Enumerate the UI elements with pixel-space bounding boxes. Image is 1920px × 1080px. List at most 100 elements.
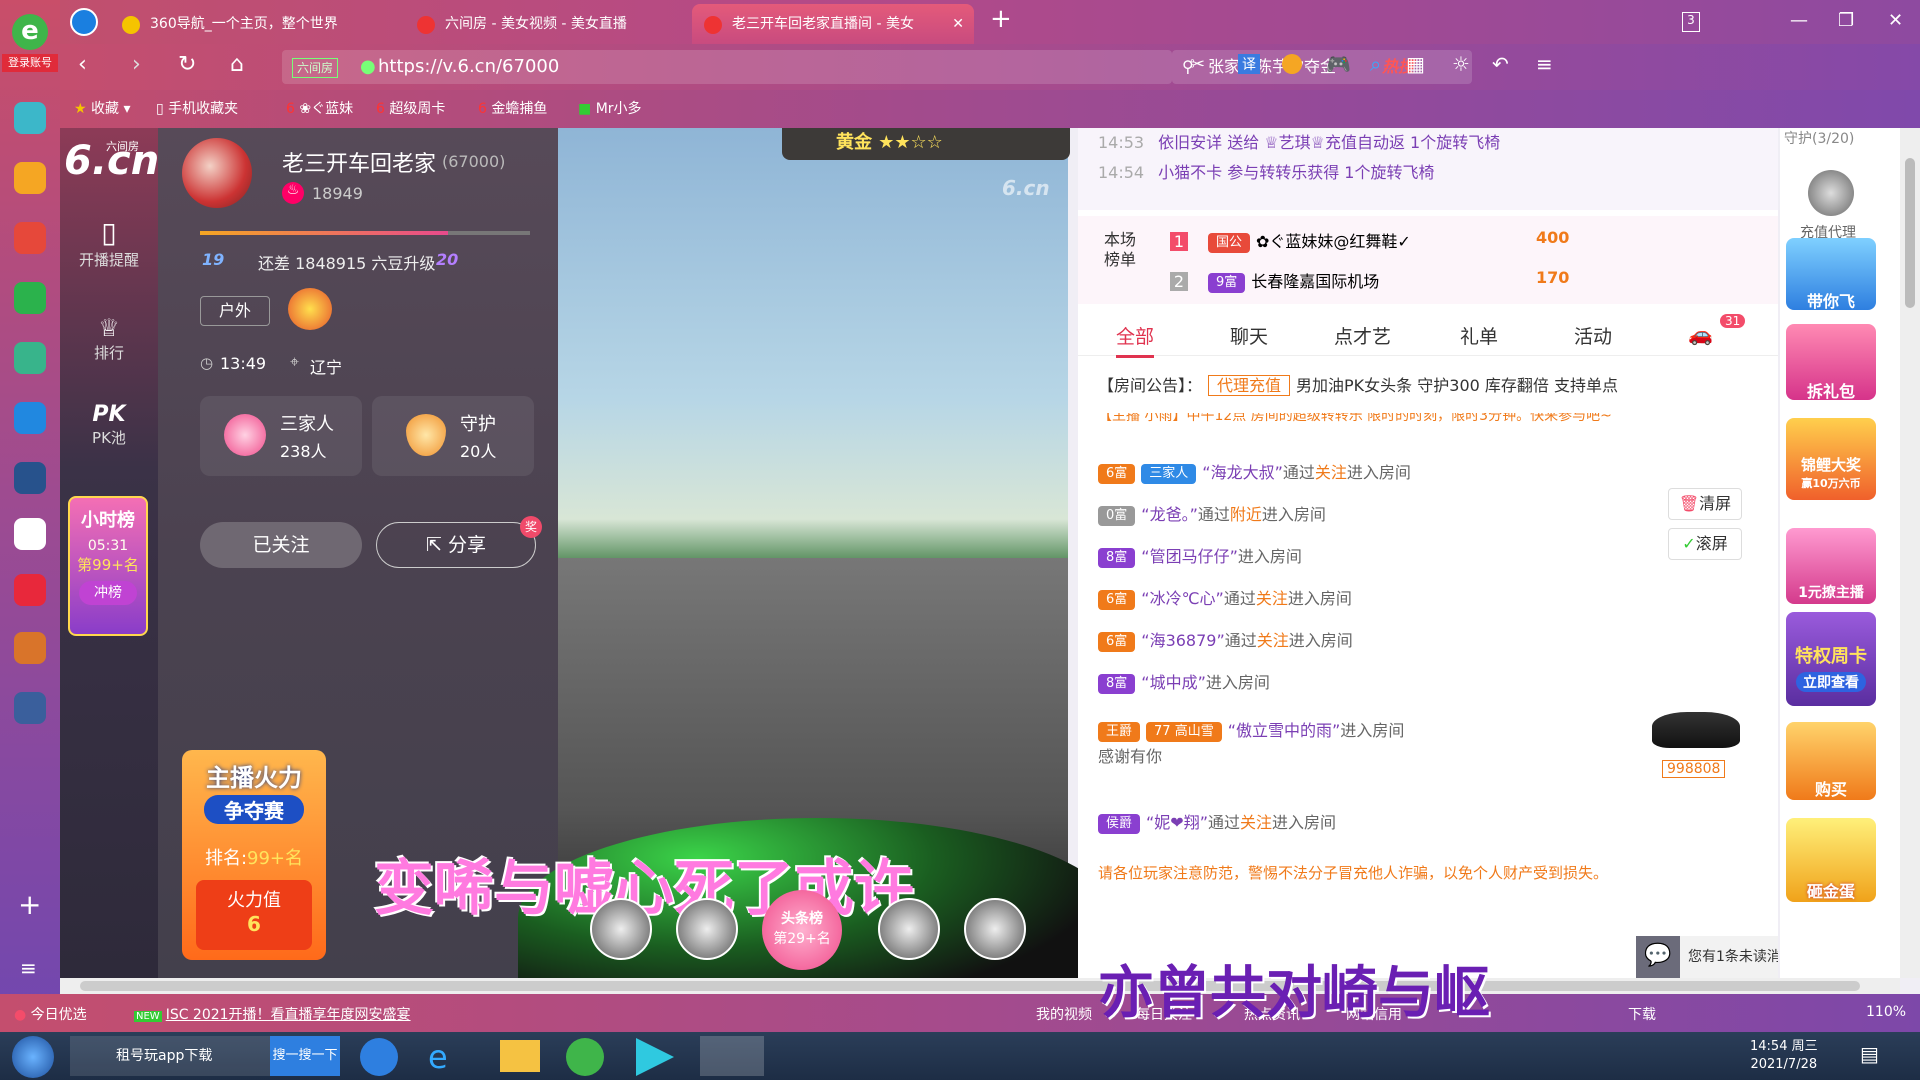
gamepad-icon[interactable]: 🎮: [1326, 52, 1351, 76]
add-icon[interactable]: +: [18, 888, 41, 921]
user-name[interactable]: “海36879”: [1141, 631, 1224, 650]
fly-with-you-banner[interactable]: 带你飞: [1786, 238, 1876, 311]
bookmark-favorites[interactable]: ★ 收藏 ▾: [74, 90, 131, 128]
menu-icon[interactable]: ≡: [20, 956, 37, 980]
today-picks[interactable]: ● 今日优选: [14, 1004, 87, 1024]
more-menu-icon[interactable]: ≡: [1536, 52, 1553, 76]
taskbar-player-icon[interactable]: [636, 1038, 674, 1076]
week-button[interactable]: 立即查看: [1796, 672, 1866, 692]
guard-avatar[interactable]: [590, 898, 652, 960]
tab-activity[interactable]: 活动: [1574, 322, 1612, 349]
tab-talent[interactable]: 点才艺: [1334, 322, 1391, 349]
new-tab-button[interactable]: +: [990, 4, 1012, 34]
user-name[interactable]: “龙爸。”: [1141, 505, 1198, 524]
magnifier-icon[interactable]: ⌕: [1370, 52, 1381, 76]
taskbar-app-rent[interactable]: 租号玩app下载 搜一搜一下: [70, 1036, 340, 1076]
bookmark-lanmei[interactable]: 6 ❀ぐ蓝妹: [286, 90, 353, 128]
horizontal-scrollbar[interactable]: [60, 978, 1900, 994]
grid-icon[interactable]: ▦: [1406, 52, 1425, 76]
hour-rank-card[interactable]: 小时榜 05:31 第99+名 冲榜: [68, 496, 148, 636]
nav-live-reminder[interactable]: ▯ 开播提醒: [60, 216, 158, 270]
unread-message-notice[interactable]: 您有1条未读消息: [1680, 936, 1778, 978]
start-button-icon[interactable]: [12, 1036, 54, 1078]
taskbar-ie-icon[interactable]: e: [428, 1038, 466, 1076]
puzzle-icon[interactable]: [14, 102, 46, 134]
tab-6cn[interactable]: 六间房 - 美女视频 - 美女直播: [405, 4, 690, 44]
user-name[interactable]: “傲立雪中的雨”: [1228, 721, 1341, 740]
tray-clock[interactable]: 14:54 周三 2021/7/28: [1750, 1038, 1818, 1074]
vertical-scrollbar[interactable]: [1900, 128, 1920, 978]
taskbar-k-icon[interactable]: [360, 1038, 398, 1076]
guard-avatar[interactable]: [676, 898, 738, 960]
user-name[interactable]: “冰冷℃心”: [1141, 589, 1224, 608]
forward-icon[interactable]: ›: [132, 52, 141, 77]
board-row[interactable]: 1 国公 ✿ぐ蓝妹妹@红舞鞋✓ 400: [1170, 228, 1569, 253]
taskbar-qq-icon[interactable]: [700, 1036, 764, 1076]
tab-chat[interactable]: 聊天: [1230, 322, 1268, 349]
guard-avatar[interactable]: [1808, 170, 1854, 216]
status-my-videos[interactable]: 我的视频: [1036, 1004, 1092, 1024]
user-name[interactable]: “妮❤翔”: [1146, 813, 1208, 832]
tab-gift-list[interactable]: 礼单: [1460, 322, 1498, 349]
bookmark-mobile[interactable]: ▯ 手机收藏夹: [156, 90, 238, 128]
window-close-icon[interactable]: ✕: [1888, 10, 1903, 31]
weibo-icon[interactable]: [14, 222, 46, 254]
live-video-player[interactable]: 黄金 ★★☆☆ 6.cn 变唏与嘘心死了或许 头条榜 第29+名: [374, 128, 1118, 1018]
fire-contest-card[interactable]: 主播火力 争夺赛 排名:99+名 火力值 6: [182, 750, 326, 960]
browser-e-logo-icon[interactable]: e: [12, 14, 48, 50]
window-restore-icon[interactable]: ❐: [1838, 10, 1854, 31]
coin-icon[interactable]: [1282, 54, 1302, 74]
scissors-icon[interactable]: ✂: [1190, 54, 1205, 75]
login-button[interactable]: 登录账号: [2, 54, 58, 72]
taskbar-folder-icon[interactable]: [500, 1040, 540, 1072]
notification-icon[interactable]: ▤: [1860, 1042, 1879, 1066]
cloud-icon[interactable]: [14, 342, 46, 374]
status-download[interactable]: 下载: [1628, 1004, 1656, 1024]
game-icon[interactable]: [14, 462, 46, 494]
back-icon[interactable]: ‹: [78, 52, 87, 77]
user-name[interactable]: “城中成”: [1141, 673, 1206, 692]
user-name[interactable]: “海龙大叔”: [1202, 463, 1283, 482]
tab-live-room[interactable]: 老三开车回老家直播间 - 美女 ✕: [692, 4, 974, 44]
bookmark-weekcard[interactable]: 6 超级周卡: [376, 90, 445, 128]
url-input[interactable]: 六间房 ● https://v.6.cn/67000: [282, 50, 1172, 84]
pdf-icon[interactable]: [14, 402, 46, 434]
user-name[interactable]: “管团马仔仔”: [1141, 547, 1238, 566]
brightness-icon[interactable]: ☼: [1452, 52, 1470, 76]
host-flirt-banner[interactable]: 1元撩主播: [1786, 528, 1876, 604]
clear-screen-button[interactable]: 🗑清屏: [1668, 488, 1742, 520]
bookmark-fishing[interactable]: 6 金蟾捕鱼: [478, 90, 547, 128]
window-minimize-icon[interactable]: —: [1790, 10, 1808, 31]
close-tab-icon[interactable]: ✕: [952, 4, 964, 44]
family-card[interactable]: 三家人 238人: [200, 396, 362, 476]
taskbar-360-icon[interactable]: [566, 1038, 604, 1076]
nav-ranking[interactable]: ♕ 排行: [60, 314, 158, 363]
xiaohongshu-icon[interactable]: [14, 574, 46, 606]
game2-icon[interactable]: [14, 632, 46, 664]
gold-rank-badge[interactable]: 黄金 ★★☆☆: [782, 128, 1070, 160]
mail-icon[interactable]: [14, 282, 46, 314]
guard-avatar[interactable]: [964, 898, 1026, 960]
browser-logo-icon[interactable]: [70, 8, 98, 36]
tab-count-badge[interactable]: 3: [1682, 12, 1700, 32]
followed-button[interactable]: 已关注: [200, 522, 362, 568]
golden-egg-banner[interactable]: 砸金蛋: [1786, 818, 1876, 902]
avatar[interactable]: [182, 138, 252, 208]
word-icon[interactable]: [14, 518, 46, 550]
chat-input-icon[interactable]: 💬: [1636, 936, 1680, 978]
notice-tag[interactable]: 代理充值: [1208, 375, 1291, 396]
nav-pk-pool[interactable]: PK PK池: [60, 402, 158, 448]
week-card-banner[interactable]: 特权周卡 立即查看: [1786, 612, 1876, 706]
reload-icon[interactable]: ↻: [178, 52, 196, 77]
translate-button[interactable]: 译: [1238, 54, 1260, 74]
hour-rank-button[interactable]: 冲榜: [79, 581, 137, 605]
share-button[interactable]: ⇱ 分享: [376, 522, 536, 568]
news-ticker[interactable]: NEW ISC 2021开播！看直播享年度网安盛宴: [134, 1004, 411, 1024]
bookmark-mrxiaoduo[interactable]: ■ Mr小多: [578, 90, 642, 128]
zoom-level[interactable]: 110%: [1866, 1004, 1906, 1020]
auto-scroll-button[interactable]: ✓滚屏: [1668, 528, 1742, 560]
buy-banner[interactable]: 购买: [1786, 722, 1876, 800]
guard-avatar[interactable]: [878, 898, 940, 960]
car-icon[interactable]: 🚗: [1688, 322, 1713, 346]
search-input[interactable]: ⚲ 张家齐陈芋汐夺金 热搜: [1172, 50, 1472, 84]
